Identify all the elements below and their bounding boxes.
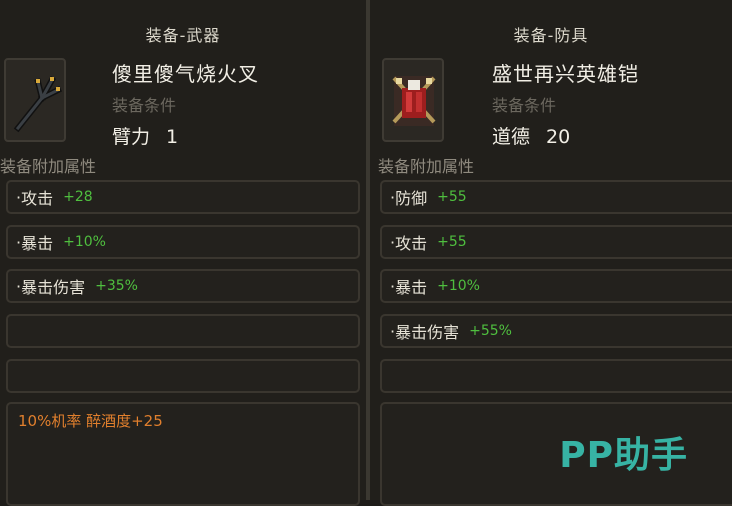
attribute-name: 暴击 bbox=[21, 234, 54, 253]
condition-label: 装备条件 bbox=[492, 96, 557, 115]
item-name: 傻里傻气烧火叉 bbox=[112, 62, 259, 86]
attribute-bonus: +28 bbox=[63, 189, 93, 205]
requirement: 臂力 1 bbox=[112, 122, 178, 149]
attribute-slot-empty bbox=[380, 359, 732, 393]
attribute-bonus: +35% bbox=[95, 278, 138, 294]
requirement-value: 20 bbox=[546, 126, 571, 148]
attribute-slot: · 暴击 +10% bbox=[380, 269, 732, 303]
special-effect-slot: 10%机率 醉酒度+25 bbox=[6, 402, 360, 506]
pitchfork-icon bbox=[13, 75, 63, 133]
attribute-name: 防御 bbox=[395, 189, 428, 208]
attribute-name: 暴击伤害 bbox=[395, 323, 460, 342]
attributes-heading: 装备附加属性 bbox=[0, 157, 97, 176]
armor-icon bbox=[392, 76, 436, 126]
attribute-slot: · 暴击伤害 +55% bbox=[380, 314, 732, 348]
attribute-name: 暴击伤害 bbox=[21, 278, 86, 297]
attribute-bonus: +55% bbox=[469, 323, 512, 339]
attribute-slot: · 暴击伤害 +35% bbox=[6, 269, 360, 303]
armor-icon-slot[interactable] bbox=[382, 58, 444, 142]
weapon-panel: 装备-武器 傻里傻气烧火叉 装备条件 臂力1 装备附加属性 ·攻击+28 bbox=[0, 0, 366, 506]
armor-panel: 装备-防具 盛世再兴英雄铠 装备条件 道德 20 装备附加属性 · 防御 +55 · 攻… bbox=[370, 0, 732, 506]
attribute-name: 攻击 bbox=[21, 189, 54, 208]
panel-title: 装备-防具 bbox=[513, 26, 589, 45]
attribute-slot: · 攻击 +28 bbox=[6, 180, 360, 214]
attribute-slot: · 攻击 +55 bbox=[380, 225, 732, 259]
requirement: 道德 20 bbox=[492, 122, 570, 149]
condition-label: 装备条件 bbox=[112, 96, 177, 115]
attribute-name: 暴击 bbox=[395, 278, 428, 297]
attribute-bonus: +55 bbox=[437, 234, 467, 250]
panel-title: 装备-武器 bbox=[145, 26, 221, 45]
attribute-bonus: +55 bbox=[437, 189, 467, 205]
attribute-name: 攻击 bbox=[395, 234, 428, 253]
attributes-heading: 装备附加属性 bbox=[378, 157, 475, 176]
attribute-slot-empty bbox=[6, 314, 360, 348]
attribute-slot-empty bbox=[6, 359, 360, 393]
attribute-slot: · 防御 +55 bbox=[380, 180, 732, 214]
watermark: PP助手 bbox=[559, 435, 688, 476]
weapon-icon-slot[interactable] bbox=[4, 58, 66, 142]
attribute-bonus: +10% bbox=[437, 278, 480, 294]
special-effect: 10%机率 醉酒度+25 bbox=[18, 412, 163, 430]
attribute-slot: · 暴击 +10% bbox=[6, 225, 360, 259]
item-name: 盛世再兴英雄铠 bbox=[492, 62, 639, 86]
requirement-value: 1 bbox=[166, 126, 179, 148]
requirement-stat: 臂力 bbox=[112, 126, 151, 148]
requirement-stat: 道德 bbox=[492, 126, 531, 148]
attribute-bonus: +10% bbox=[63, 234, 106, 250]
